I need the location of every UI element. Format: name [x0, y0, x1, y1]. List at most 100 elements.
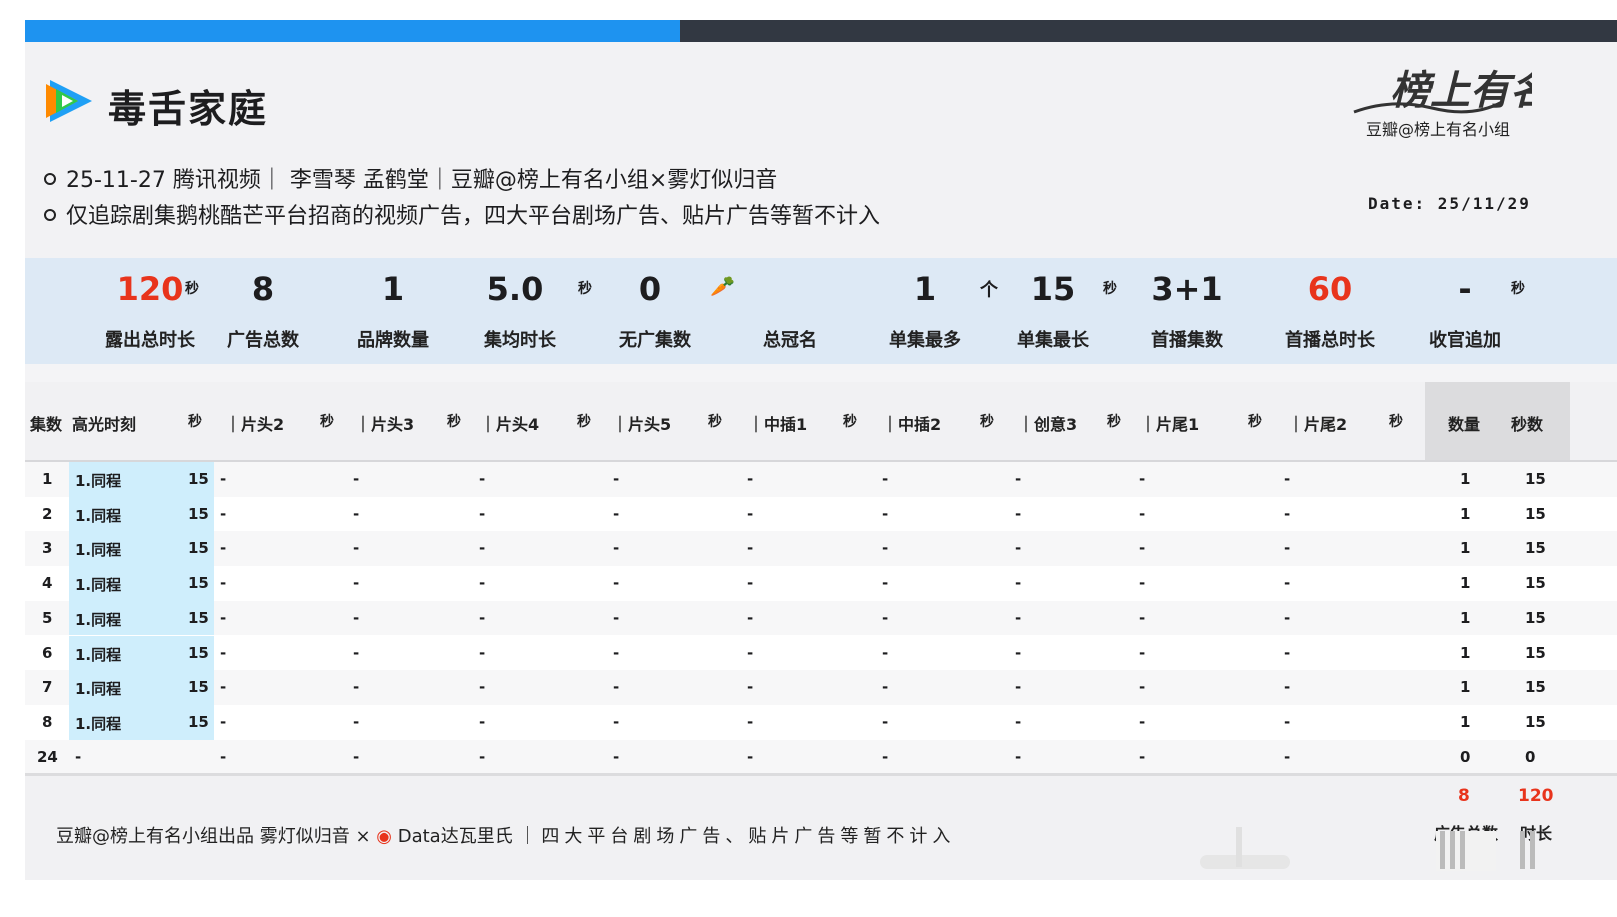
highlight-seconds: 15	[188, 539, 209, 558]
watermark-blur	[1200, 827, 1535, 871]
stat-value: 15	[1030, 270, 1076, 308]
table-header-cell: ｜片尾2	[1288, 415, 1348, 434]
empty-cell: -	[882, 504, 889, 523]
empty-cell: -	[882, 608, 889, 627]
ad-count: 1	[1460, 470, 1471, 488]
empty-cell: -	[882, 470, 889, 488]
table-header-cell: ｜中插2	[882, 415, 942, 434]
empty-cell: -	[1015, 747, 1022, 766]
highlight-seconds: 15	[188, 678, 209, 697]
empty-cell: -	[882, 539, 889, 558]
empty-cell: -	[1139, 712, 1146, 731]
bullet-icon	[44, 173, 56, 185]
ad-seconds: 15	[1525, 643, 1546, 662]
empty-cell: -	[479, 712, 486, 731]
empty-cell: -	[353, 504, 360, 523]
highlight-ad: 1.同程	[75, 506, 122, 525]
empty-cell: -	[479, 574, 486, 593]
empty-cell: -	[747, 678, 754, 697]
stat-unit: 秒	[185, 281, 199, 297]
table-header-cell: 秒	[320, 414, 334, 430]
empty-cell: -	[479, 539, 486, 558]
highlight-seconds: 15	[188, 574, 209, 593]
empty-cell: -	[1284, 608, 1291, 627]
stat-label: 总冠名	[763, 330, 817, 351]
stat-label: 无广集数	[619, 330, 691, 351]
table-header-cell: ｜片头4	[480, 415, 540, 434]
table-header-cell: 秒	[708, 414, 722, 430]
empty-cell: -	[1284, 712, 1291, 731]
empty-cell: -	[613, 470, 620, 488]
empty-cell: -	[1015, 504, 1022, 523]
empty-cell: -	[479, 504, 486, 523]
ad-count: 1	[1460, 539, 1471, 558]
empty-cell: -	[882, 747, 889, 766]
stat-max-per-episode: 1 个 单集最多	[865, 258, 998, 364]
empty-cell: -	[613, 643, 620, 662]
empty-cell: -	[1015, 643, 1022, 662]
table-header-cell: ｜片头5	[612, 415, 672, 434]
stat-value: -	[1458, 270, 1472, 308]
stat-brand-count: 1 品牌数量	[333, 258, 453, 364]
empty-cell: -	[747, 504, 754, 523]
stat-value: 1	[913, 270, 937, 308]
empty-cell: -	[1015, 539, 1022, 558]
empty-cell: -	[747, 747, 754, 766]
empty-cell: -	[353, 747, 360, 766]
empty-cell: -	[1139, 608, 1146, 627]
empty-cell: -	[1139, 574, 1146, 593]
footer-credit-text: 豆瓣@榜上有名小组出品 雾灯似归音 ×	[56, 826, 371, 847]
table-header-cell: ｜创意3	[1018, 415, 1078, 434]
highlight-seconds: 15	[188, 608, 209, 627]
highlight-ad: 1.同程	[75, 645, 122, 664]
empty-cell: -	[1139, 747, 1146, 766]
table-row: 2 1.同程 15- - - - - - - - -1 15	[25, 496, 1617, 532]
stat-label: 广告总数	[227, 330, 299, 351]
table-header-cell: 秒数	[1511, 415, 1544, 434]
ad-seconds: 15	[1525, 574, 1546, 593]
stat-unit: 秒	[1103, 281, 1117, 297]
stat-label: 集均时长	[484, 330, 556, 351]
top-accent-bar	[25, 20, 715, 42]
highlight-seconds: 15	[188, 470, 209, 488]
stat-label: 品牌数量	[357, 330, 429, 351]
empty-cell: -	[747, 608, 754, 627]
empty-cell: -	[353, 643, 360, 662]
brand-subtitle: 豆瓣@榜上有名小组	[1366, 120, 1511, 139]
table-row: 7 1.同程 15- - - - - - - - -1 15	[25, 670, 1617, 705]
highlight-ad: 1.同程	[75, 680, 122, 699]
table-header-cell: 集数	[30, 415, 63, 434]
empty-cell: -	[479, 608, 486, 627]
empty-cell: -	[747, 574, 754, 593]
stat-unit: 秒	[1511, 281, 1525, 297]
table-header-cell: 秒	[577, 414, 591, 430]
info-line-1: 25-11-27 腾讯视频｜ 李雪琴 孟鹤堂｜豆瓣@榜上有名小组×雾灯似归音	[44, 162, 777, 194]
empty-cell: -	[1015, 470, 1022, 488]
stat-value: 1	[381, 270, 405, 308]
table-header-cell: ｜片尾1	[1140, 415, 1200, 434]
empty-cell: -	[1284, 574, 1291, 593]
empty-cell: -	[747, 470, 754, 488]
table-header-cell: 秒	[1389, 414, 1403, 430]
ad-seconds: 0	[1525, 747, 1536, 766]
empty-cell: -	[479, 747, 486, 766]
empty-cell: -	[220, 539, 227, 558]
stat-value: 5.0	[486, 270, 544, 308]
empty-cell: -	[1284, 539, 1291, 558]
episode-number: 6	[42, 643, 53, 662]
stat-value: 8	[251, 270, 275, 308]
table-header-cell: 秒	[447, 414, 461, 430]
episode-number: 1	[42, 470, 53, 488]
table-header-cell: 秒	[1107, 414, 1121, 430]
highlight-ad: 1.同程	[75, 576, 122, 595]
episode-number: 8	[42, 712, 53, 731]
table-header-cell: ｜片头3	[355, 415, 415, 434]
table-header-cell: 高光时刻	[72, 415, 137, 434]
table-header-cell: 数量	[1448, 415, 1481, 434]
empty-cell: -	[882, 574, 889, 593]
table-row: 24- - - - - - - - - -0 0	[25, 739, 1617, 775]
table-header-cell: 秒	[188, 414, 202, 430]
stat-no-ad-episodes: 0 🥕 无广集数	[595, 258, 735, 364]
highlight-seconds: 15	[188, 712, 209, 731]
empty-cell: -	[1015, 608, 1022, 627]
